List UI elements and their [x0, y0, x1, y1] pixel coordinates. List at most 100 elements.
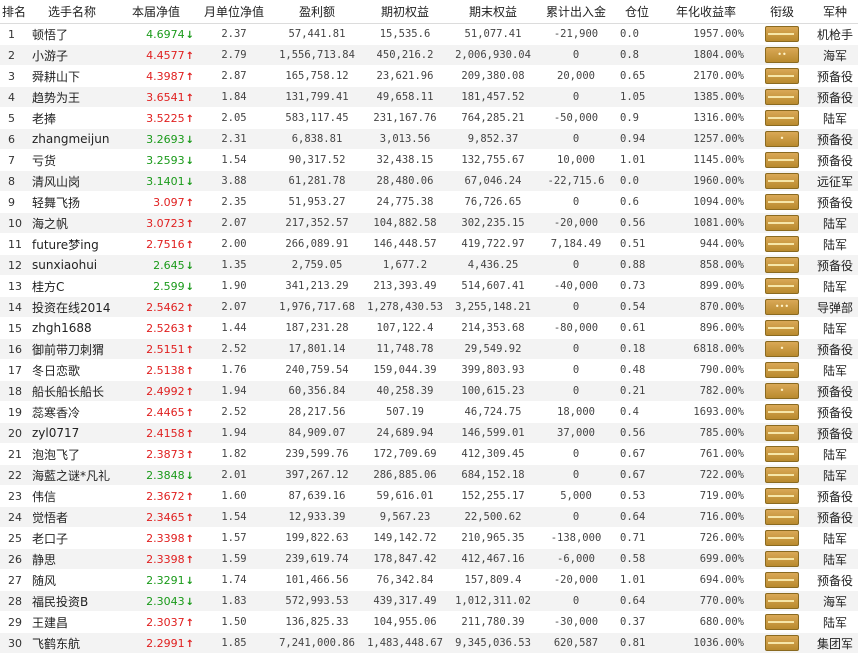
player-name-link[interactable]: sunxiaohui [28, 254, 116, 276]
annual-return-cell: 694.00% [660, 569, 752, 591]
table-row[interactable]: 20 zyl0717 2.4158↑ 1.94 84,909.07 24,689.94 14… [0, 422, 858, 444]
player-name-link[interactable]: 泡泡飞了 [28, 443, 116, 465]
table-row[interactable]: 16 御前带刀刺猬 2.5151↑ 2.52 17,801.14 11,748.78 29,… [0, 338, 858, 360]
player-name-link[interactable]: 随风 [28, 569, 116, 591]
rank-insignia-icon [765, 425, 799, 441]
rank-insignia-icon [765, 362, 799, 378]
player-name-link[interactable]: zhangmeijun [28, 128, 116, 150]
player-name-link[interactable]: 伟信 [28, 485, 116, 507]
table-row[interactable]: 15 zhgh1688 2.5263↑ 1.44 187,231.28 107,122.4… [0, 317, 858, 339]
player-name-link[interactable]: 亏货 [28, 149, 116, 171]
start-equity-cell: 1,483,448.67 [362, 632, 448, 654]
table-row[interactable]: 13 桂方C 2.599↓ 1.90 341,213.29 213,393.49 514,6… [0, 275, 858, 297]
table-row[interactable]: 19 蕊寒香冷 2.4465↑ 2.52 28,217.56 507.19 46,724.7… [0, 401, 858, 423]
nav-value: 3.5225 [146, 111, 185, 125]
table-row[interactable]: 12 sunxiaohui 2.645↓ 1.35 2,759.05 1,677.2 4,4… [0, 254, 858, 276]
player-name-link[interactable]: 轻舞飞扬 [28, 191, 116, 213]
player-name-link[interactable]: 觉悟者 [28, 506, 116, 528]
army-cell: 预备役 [812, 485, 858, 507]
profit-cell: 1,556,713.84 [272, 44, 362, 66]
army-cell: 海军 [812, 44, 858, 66]
player-name-link[interactable]: future梦ing [28, 233, 116, 255]
player-name-link[interactable]: 桂方C [28, 275, 116, 297]
player-name-link[interactable]: 老口子 [28, 527, 116, 549]
table-row[interactable]: 21 泡泡飞了 2.3873↑ 1.82 239,599.76 172,709.69 412… [0, 443, 858, 465]
table-row[interactable]: 1 顿悟了 4.6974↓ 2.37 57,441.81 15,535.6 51,077.4… [0, 23, 858, 45]
profit-cell: 131,799.41 [272, 86, 362, 108]
player-name-link[interactable]: 趋势为王 [28, 86, 116, 108]
rank-insignia-icon [765, 572, 799, 588]
table-row[interactable]: 29 王建昌 2.3037↑ 1.50 136,825.33 104,955.06 211,… [0, 611, 858, 633]
col-end[interactable]: 期末权益 [448, 0, 538, 24]
player-name-link[interactable]: 投资在线2014 [28, 296, 116, 318]
table-row[interactable]: 25 老口子 2.3398↑ 1.57 199,822.63 149,142.72 210,… [0, 527, 858, 549]
table-body: 1 顿悟了 4.6974↓ 2.37 57,441.81 15,535.6 51,077.4… [0, 23, 858, 654]
table-row[interactable]: 7 亏货 3.2593↓ 1.54 90,317.52 32,438.15 132,755.… [0, 149, 858, 171]
col-profit[interactable]: 盈利额 [272, 0, 362, 24]
table-row[interactable]: 11 future梦ing 2.7516↑ 2.00 266,089.91 146,448… [0, 233, 858, 255]
army-cell: 陆军 [812, 317, 858, 339]
table-row[interactable]: 9 轻舞飞扬 3.097↑ 2.35 51,953.27 24,775.38 76,726.… [0, 191, 858, 213]
player-name-link[interactable]: 舜耕山下 [28, 65, 116, 87]
col-rank[interactable]: 排名 [0, 0, 28, 24]
player-name-link[interactable]: 海藍之谜*凡礼 [28, 464, 116, 486]
table-row[interactable]: 22 海藍之谜*凡礼 2.3848↓ 2.01 397,267.12 286,885.06… [0, 464, 858, 486]
col-name[interactable]: 选手名称 [28, 0, 116, 24]
table-row[interactable]: 8 清风山岗 3.1401↓ 3.88 61,281.78 28,480.06 67,046… [0, 170, 858, 192]
col-rate[interactable]: 年化收益率 [660, 0, 752, 24]
player-name-link[interactable]: 小游子 [28, 44, 116, 66]
rank-insignia-icon [765, 509, 799, 525]
table-row[interactable]: 4 趋势为王 3.6541↑ 1.84 131,799.41 49,658.11 181,4… [0, 86, 858, 108]
annual-return-cell: 1804.00% [660, 44, 752, 66]
table-row[interactable]: 17 冬日恋歌 2.5138↑ 1.76 240,759.54 159,044.39 399… [0, 359, 858, 381]
start-equity-cell: 15,535.6 [362, 23, 448, 45]
player-name-link[interactable]: 海之帆 [28, 212, 116, 234]
player-name-link[interactable]: 蕊寒香冷 [28, 401, 116, 423]
table-row[interactable]: 30 飞鹤东航 2.2991↑ 1.85 7,241,000.86 1,483,448.6… [0, 632, 858, 654]
player-name-link[interactable]: 飞鹤东航 [28, 632, 116, 654]
player-name-link[interactable]: 老捧 [28, 107, 116, 129]
table-row[interactable]: 14 投资在线2014 2.5462↑ 2.07 1,976,717.68 1,278,4… [0, 296, 858, 318]
rank-badge-cell [752, 233, 812, 255]
player-name-link[interactable]: 福民投资B [28, 590, 116, 612]
rank-cell: 7 [0, 149, 28, 171]
nav-cell: 4.3987↑ [116, 65, 196, 87]
start-equity-cell: 3,013.56 [362, 128, 448, 150]
table-row[interactable]: 27 随风 2.3291↓ 1.74 101,466.56 76,342.84 157,80… [0, 569, 858, 591]
col-rankbadge[interactable]: 衔级 [752, 0, 812, 24]
table-row[interactable]: 28 福民投资B 2.3043↓ 1.83 572,993.53 439,317.49 1,… [0, 590, 858, 612]
table-row[interactable]: 26 静思 2.3398↑ 1.59 239,619.74 178,847.42 412,4… [0, 548, 858, 570]
table-row[interactable]: 10 海之帆 3.0723↑ 2.07 217,352.57 104,882.58 302,… [0, 212, 858, 234]
player-name-link[interactable]: 冬日恋歌 [28, 359, 116, 381]
player-name-link[interactable]: 王建昌 [28, 611, 116, 633]
arrow-down-icon: ↓ [185, 260, 194, 272]
player-name-link[interactable]: 船长船长船长 [28, 380, 116, 402]
month-nav-cell: 2.01 [196, 464, 272, 486]
col-month[interactable]: 月单位净值 [196, 0, 272, 24]
col-pos[interactable]: 仓位 [614, 0, 660, 24]
col-flow[interactable]: 累计出入金 [538, 0, 614, 24]
player-name-link[interactable]: 御前带刀刺猬 [28, 338, 116, 360]
profit-cell: 341,213.29 [272, 275, 362, 297]
table-row[interactable]: 18 船长船长船长 2.4992↑ 1.94 60,356.84 40,258.39 100… [0, 380, 858, 402]
table-row[interactable]: 3 舜耕山下 4.3987↑ 2.87 165,758.12 23,621.96 209,3… [0, 65, 858, 87]
arrow-up-icon: ↑ [185, 218, 194, 230]
player-name-link[interactable]: zhgh1688 [28, 317, 116, 339]
table-row[interactable]: 2 小游子 4.4577↑ 2.79 1,556,713.84 450,216.2 2,00… [0, 44, 858, 66]
table-row[interactable]: 23 伟信 2.3672↑ 1.60 87,639.16 59,616.01 152,255… [0, 485, 858, 507]
player-name-link[interactable]: 静思 [28, 548, 116, 570]
col-army[interactable]: 军种 [812, 0, 858, 24]
col-start[interactable]: 期初权益 [362, 0, 448, 24]
player-name-link[interactable]: zyl0717 [28, 422, 116, 444]
player-name-link[interactable]: 顿悟了 [28, 23, 116, 45]
table-row[interactable]: 6 zhangmeijun 3.2693↓ 2.31 6,838.81 3,013.56 9… [0, 128, 858, 150]
rank-cell: 1 [0, 23, 28, 45]
month-nav-cell: 1.54 [196, 149, 272, 171]
start-equity-cell: 24,689.94 [362, 422, 448, 444]
table-row[interactable]: 24 觉悟者 2.3465↑ 1.54 12,933.39 9,567.23 22,500.… [0, 506, 858, 528]
player-name-link[interactable]: 清风山岗 [28, 170, 116, 192]
table-row[interactable]: 5 老捧 3.5225↑ 2.05 583,117.45 231,167.76 764,28… [0, 107, 858, 129]
col-nav[interactable]: 本届净值 [116, 0, 196, 24]
rank-insignia-icon [765, 194, 799, 210]
nav-cell: 2.4465↑ [116, 401, 196, 423]
